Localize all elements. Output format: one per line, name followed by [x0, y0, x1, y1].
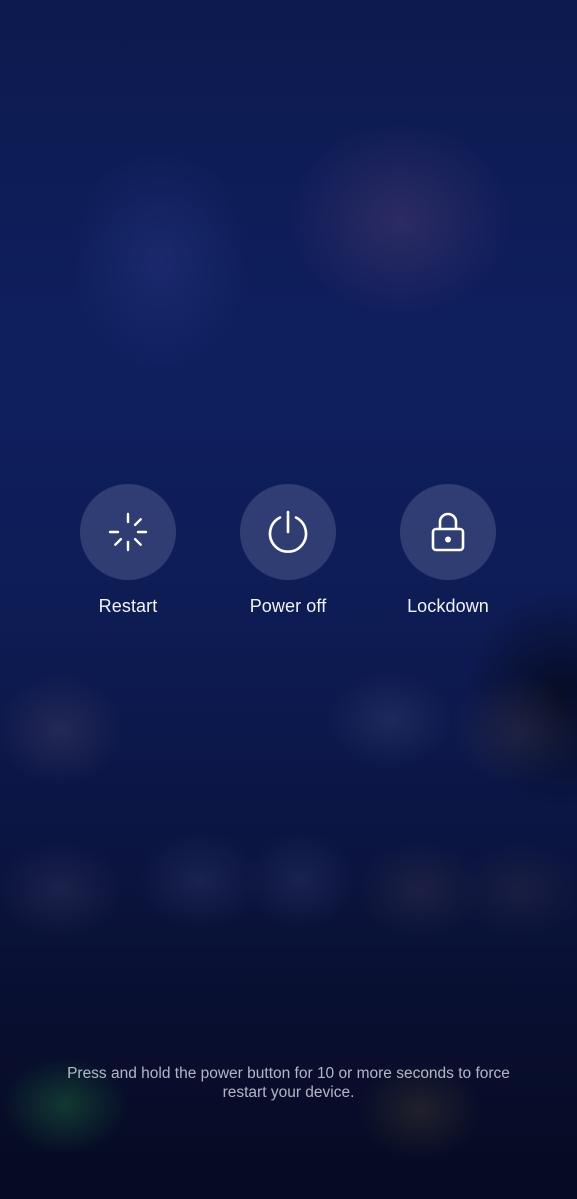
power-off-button[interactable]: Power off [218, 484, 358, 617]
hint-line-2: restart your device. [222, 1084, 355, 1101]
lockdown-button-circle[interactable] [400, 484, 496, 580]
power-off-label: Power off [249, 596, 327, 616]
restart-button-circle[interactable] [80, 484, 176, 580]
force-restart-hint: Press and hold the power button for 10 o… [40, 1064, 537, 1102]
power-icon [265, 509, 311, 555]
lock-icon [428, 510, 468, 554]
lockdown-label: Lockdown [407, 596, 489, 616]
power-off-button-circle[interactable] [240, 484, 336, 580]
power-actions: Restart Power off Lockdown [0, 484, 577, 624]
restart-icon [107, 511, 149, 553]
hint-line-1: Press and hold the power button for 10 o… [67, 1065, 510, 1082]
lockdown-button[interactable]: Lockdown [378, 484, 518, 617]
power-menu-screen: Restart Power off Lockdown Press and hol… [0, 0, 577, 1199]
restart-label: Restart [98, 596, 158, 616]
restart-button[interactable]: Restart [58, 484, 198, 617]
